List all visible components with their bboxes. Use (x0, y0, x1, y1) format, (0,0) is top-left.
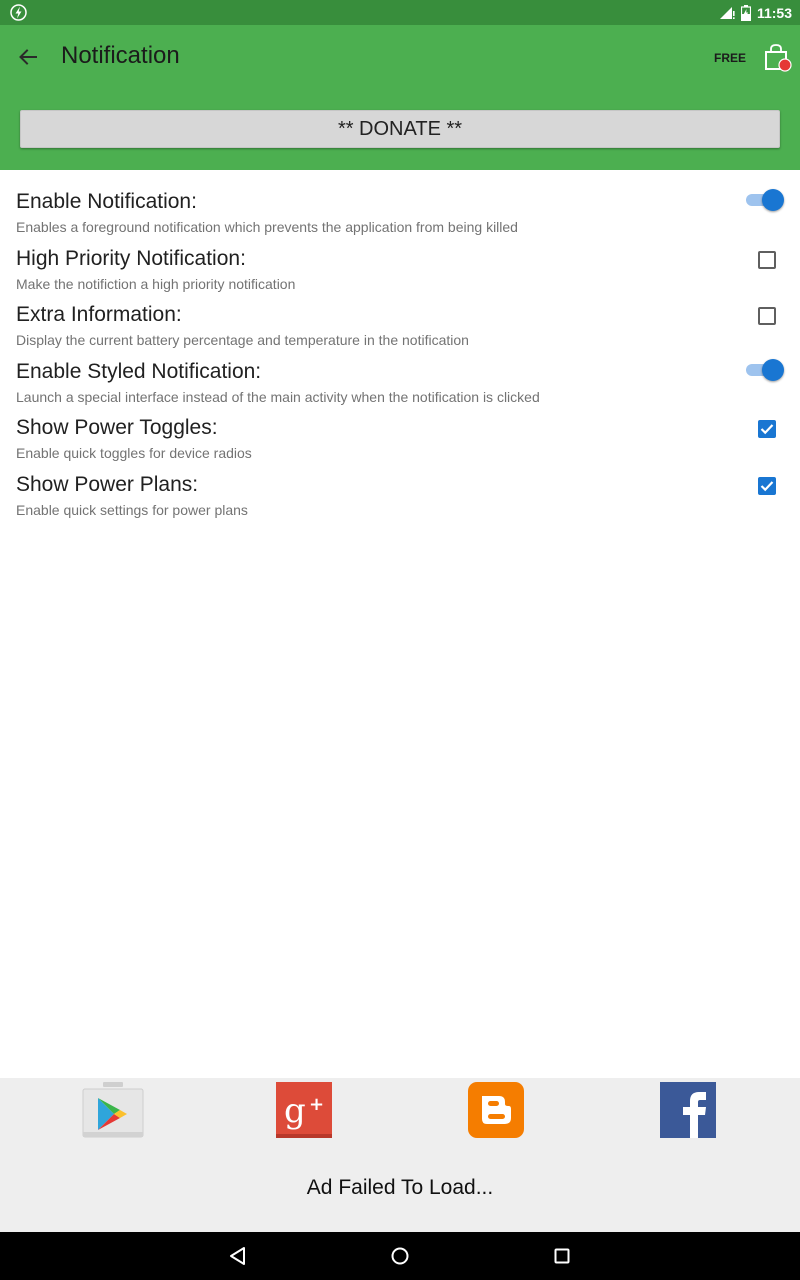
app-bar: Notification FREE ** DONATE ** (0, 25, 800, 170)
back-nav-icon[interactable] (226, 1244, 250, 1268)
shopping-bag-button[interactable] (762, 43, 792, 75)
setting-title: High Priority Notification: (16, 246, 246, 270)
extra-information-checkbox[interactable] (758, 307, 776, 325)
back-button[interactable] (14, 43, 42, 71)
setting-summary: Enable quick settings for power plans (16, 501, 248, 518)
setting-title: Enable Styled Notification: (16, 359, 262, 383)
status-bar: 11:53 (0, 0, 800, 25)
shopping-bag-icon (765, 44, 792, 72)
social-links-bar: g + Ad Failed To Load... (0, 1078, 800, 1232)
navigation-bar (0, 1232, 800, 1280)
setting-show-power-toggles[interactable]: Show Power Toggles: Enable quick toggles… (0, 396, 800, 461)
free-label-button[interactable]: FREE (714, 51, 746, 65)
ad-status-text: Ad Failed To Load... (306, 1176, 494, 1199)
setting-title: Enable Notification: (16, 190, 197, 213)
lightning-app-icon (10, 4, 27, 21)
setting-title: Show Power Plans: (16, 472, 199, 496)
recents-nav-icon[interactable] (550, 1244, 574, 1268)
google-plus-icon[interactable]: g + (276, 1082, 332, 1138)
battery-charging-icon (740, 4, 751, 21)
home-nav-icon[interactable] (388, 1244, 412, 1268)
styled-notification-switch[interactable] (745, 358, 785, 382)
svg-text:g: g (284, 1091, 306, 1131)
setting-title: Show Power Toggles: (16, 416, 218, 439)
clock: 11:53 (756, 4, 792, 21)
setting-high-priority-notification[interactable]: High Priority Notification: Make the not… (0, 227, 800, 292)
check-icon (760, 480, 774, 491)
setting-enable-styled-notification[interactable]: Enable Styled Notification: Launch a spe… (0, 340, 800, 405)
setting-extra-information[interactable]: Extra Information: Display the current b… (0, 283, 800, 348)
check-icon (760, 424, 774, 435)
signal-icon (719, 6, 735, 19)
high-priority-checkbox[interactable] (758, 250, 776, 269)
setting-enable-notification[interactable]: Enable Notification: Enables a foregroun… (0, 170, 800, 235)
power-toggles-checkbox[interactable] (758, 420, 776, 438)
settings-list: Enable Notification: Enables a foregroun… (0, 170, 800, 518)
page-title: Notification (61, 42, 180, 69)
power-plans-checkbox[interactable] (758, 476, 776, 495)
setting-show-power-plans[interactable]: Show Power Plans: Enable quick settings … (0, 453, 800, 518)
facebook-icon[interactable] (660, 1082, 716, 1138)
play-store-icon[interactable] (82, 1080, 144, 1140)
blogger-icon[interactable] (468, 1082, 524, 1138)
enable-notification-switch[interactable] (745, 188, 785, 212)
svg-text:+: + (309, 1094, 324, 1115)
setting-title: Extra Information: (16, 303, 182, 326)
arrow-back-icon (19, 49, 37, 65)
donate-button[interactable]: ** DONATE ** (20, 110, 780, 148)
